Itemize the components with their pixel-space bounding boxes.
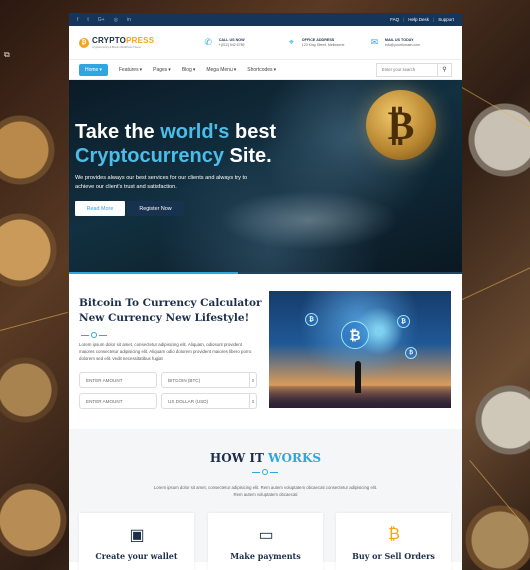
- site-logo[interactable]: ₿ CRYPTOPRESS Cryptocurrency & Bitcoin W…: [79, 35, 203, 49]
- google-plus-icon[interactable]: G+: [98, 17, 105, 23]
- phone-icon: ✆: [204, 37, 212, 47]
- page-favicon-icon: ⧉: [4, 50, 10, 59]
- logo-tagline: Cryptocurrency & Bitcoin WordPress Theme: [92, 45, 141, 49]
- bitcoin-glow-icon: ₿: [341, 321, 369, 349]
- top-links: FAQ | Help Desk | Support: [390, 17, 454, 22]
- hero-title: Take the world's best Cryptocurrency Sit…: [75, 121, 277, 167]
- contact-title: CALL US NOW: [218, 38, 245, 42]
- nav-item-home[interactable]: Home ▾: [79, 63, 108, 76]
- step-card-buy-sell[interactable]: ₿ Buy or Sell Orders: [336, 513, 451, 570]
- currency-select-2[interactable]: US DOLLAR (USD) ⇕: [161, 393, 257, 409]
- nav-item-blog[interactable]: Blog ▾: [182, 67, 196, 73]
- chevron-down-icon: ▾: [168, 66, 171, 73]
- instagram-icon[interactable]: ◎: [114, 17, 118, 23]
- contact-value: info@yourdomain.com: [384, 43, 420, 47]
- support-link[interactable]: Support: [438, 17, 454, 22]
- main-navigation: Home ▾ Features ▾ Pages ▾ Blog ▾ Mega Menu ▾ …: [69, 59, 462, 80]
- logo-text: CRYPTOPRESS: [92, 35, 155, 45]
- contact-value: 123 King Street, Melbourne: [301, 43, 345, 47]
- hand-image: [219, 190, 399, 250]
- bitcoin-coin-image: ₿: [366, 90, 436, 160]
- nav-item-features[interactable]: Features ▾: [119, 67, 142, 73]
- site-header: ₿ CRYPTOPRESS Cryptocurrency & Bitcoin W…: [69, 26, 462, 59]
- chevron-updown-icon: ⇕: [249, 394, 256, 408]
- map-marker-icon: ⌖: [288, 37, 294, 47]
- step-card-title: Create your wallet: [95, 551, 178, 561]
- step-card-title: Make payments: [230, 551, 301, 561]
- bitcoin-small-icon: ₿: [405, 347, 417, 359]
- calculator-section: Bitcoin To Currency Calculator New Curre…: [69, 274, 462, 429]
- search-box: Enter your search ⚲: [376, 62, 452, 77]
- bitcoin-small-icon: ₿: [305, 313, 318, 326]
- nav-item-pages[interactable]: Pages ▾: [153, 67, 171, 73]
- bitcoin-exchange-icon: ₿: [388, 526, 400, 543]
- chevron-down-icon: ▾: [99, 66, 102, 73]
- chevron-down-icon: ▾: [233, 66, 237, 73]
- contact-mail: ✉ MAIL US TODAY info@yourdomain.com: [369, 37, 452, 48]
- social-links: f t G+ ◎ in: [77, 17, 131, 23]
- amount-input-2[interactable]: ENTER AMOUNT: [79, 393, 157, 409]
- chevron-down-icon: ▾: [273, 66, 277, 73]
- section-divider: [81, 332, 107, 338]
- amount-input-1[interactable]: ENTER AMOUNT: [79, 372, 157, 388]
- faq-link[interactable]: FAQ: [390, 17, 399, 22]
- step-card-create-wallet[interactable]: ▣ Create your wallet: [79, 513, 194, 570]
- contact-title: MAIL US TODAY: [384, 38, 414, 42]
- twitter-icon[interactable]: t: [87, 17, 88, 23]
- read-more-button[interactable]: Read More: [75, 201, 125, 216]
- envelope-icon: ✉: [370, 37, 379, 47]
- digital-currency-image: ₿ ₿ ₿ ₿: [269, 291, 451, 408]
- calculator-description: Lorem ipsum dolor sit amet, consectetur …: [79, 342, 252, 361]
- how-it-works-description: Lorem ipsum dolor sit amet, consectetur …: [153, 485, 378, 497]
- how-it-works-title: HOW IT WORKS: [209, 451, 322, 465]
- nav-item-mega-menu[interactable]: Mega Menu ▾: [206, 67, 236, 73]
- step-card-make-payments[interactable]: ▭ Make payments: [208, 513, 323, 570]
- website-preview: f t G+ ◎ in FAQ | Help Desk | Support ₿ CR…: [69, 13, 462, 570]
- hero-description: We provides always our best services for…: [75, 175, 248, 190]
- step-card-title: Buy or Sell Orders: [352, 551, 435, 561]
- calculator-heading: Bitcoin To Currency Calculator New Curre…: [79, 297, 262, 324]
- contact-phone: ✆ CALL US NOW +(012) 542 6789: [203, 37, 286, 48]
- register-now-button[interactable]: Register Now: [127, 201, 184, 216]
- nav-item-shortcodes[interactable]: Shortcodes ▾: [247, 67, 276, 73]
- bitcoin-logo-icon: ₿: [79, 37, 89, 48]
- how-it-works-section: HOW IT WORKS Lorem ipsum dolor sit amet,…: [69, 429, 462, 570]
- chevron-down-icon: ▾: [139, 66, 143, 73]
- currency-select-1[interactable]: BITCOIN (BTC) ⇕: [161, 372, 257, 388]
- credit-card-icon: ▭: [258, 527, 274, 544]
- contact-value: +(012) 542 6789: [218, 43, 245, 47]
- help-desk-link[interactable]: Help Desk: [408, 17, 429, 22]
- contact-title: OFFICE ADDRESS: [301, 38, 335, 42]
- chevron-updown-icon: ⇕: [249, 373, 256, 387]
- search-input[interactable]: Enter your search: [377, 67, 437, 72]
- bitcoin-small-icon: ₿: [397, 315, 410, 328]
- section-divider: [252, 469, 278, 475]
- search-icon[interactable]: ⚲: [437, 63, 451, 76]
- wallet-icon: ▣: [129, 527, 145, 544]
- linkedin-icon[interactable]: in: [127, 17, 131, 23]
- hero-banner: ₿ Take the world's best Cryptocurrency S…: [69, 80, 462, 274]
- businessman-silhouette: [355, 361, 361, 393]
- contact-address: ⌖ OFFICE ADDRESS 123 King Street, Melbour…: [286, 37, 369, 48]
- facebook-icon[interactable]: f: [77, 17, 78, 23]
- top-bar: f t G+ ◎ in FAQ | Help Desk | Support: [69, 13, 462, 26]
- chevron-down-icon: ▾: [192, 66, 196, 73]
